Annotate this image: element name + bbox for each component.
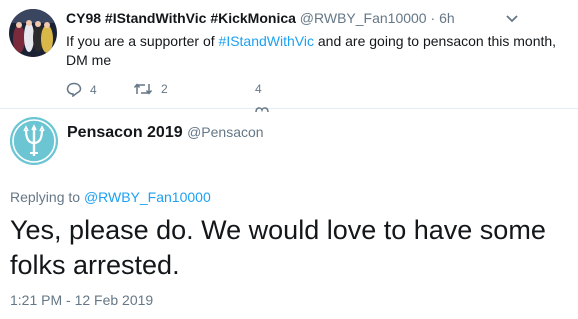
tweet-timestamp[interactable]: 1:21 PM - 12 Feb 2019 xyxy=(10,292,153,308)
separator: · xyxy=(430,10,436,26)
retweet-icon xyxy=(133,83,153,95)
like-count: 4 xyxy=(255,82,262,96)
caret-down-icon[interactable] xyxy=(505,12,519,24)
original-tweet[interactable]: CY98 #IStandWithVic #KickMonica @RWBY_Fa… xyxy=(0,0,578,113)
avatar[interactable] xyxy=(10,117,58,165)
like-button[interactable]: 4 xyxy=(255,82,262,96)
retweet-count: 2 xyxy=(161,82,168,96)
author-name[interactable]: Pensacon 2019 xyxy=(67,124,183,141)
tweet-text-part: If you are a supporter of xyxy=(66,33,219,49)
avatar[interactable] xyxy=(9,9,57,57)
replying-to-label: Replying to xyxy=(10,189,84,205)
hashtag-link[interactable]: #IStandWithVic xyxy=(219,33,314,49)
reply-author: Pensacon 2019 @Pensacon xyxy=(67,124,264,142)
tweet-time[interactable]: 6h xyxy=(439,10,455,26)
replying-to: Replying to @RWBY_Fan10000 xyxy=(10,189,211,205)
reply-count: 4 xyxy=(90,82,97,97)
trident-logo-icon xyxy=(10,117,58,165)
author-handle[interactable]: @Pensacon xyxy=(187,124,263,140)
tweet-header: CY98 #IStandWithVic #KickMonica @RWBY_Fa… xyxy=(66,10,455,26)
author-name[interactable]: CY98 #IStandWithVic #KickMonica xyxy=(66,10,296,26)
heart-icon[interactable] xyxy=(255,100,269,118)
reply-icon xyxy=(66,82,82,97)
reply-button[interactable]: 4 xyxy=(66,82,97,97)
reply-tweet-text: Yes, please do. We would love to have so… xyxy=(10,215,546,280)
retweet-button[interactable]: 2 xyxy=(133,82,168,96)
author-handle[interactable]: @RWBY_Fan10000 xyxy=(300,10,427,26)
mention-link[interactable]: @RWBY_Fan10000 xyxy=(84,189,211,205)
tweet-text: If you are a supporter of #IStandWithVic… xyxy=(66,32,571,70)
